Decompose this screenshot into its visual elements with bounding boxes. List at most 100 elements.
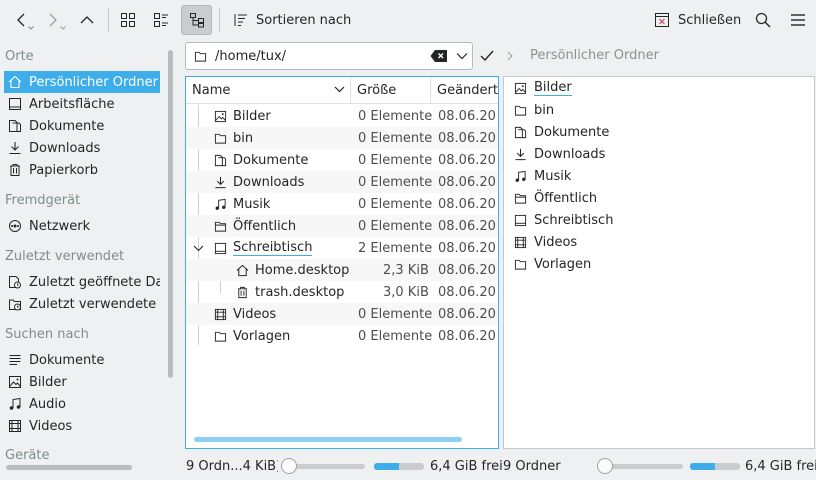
row-name: bin: [233, 130, 254, 146]
right-capacity-bar: [690, 463, 740, 470]
close-split-icon: [655, 13, 669, 27]
list-item-label: Schreibtisch: [534, 212, 614, 228]
right-free-space: 6,4 GiB frei: [745, 458, 816, 474]
arrow-right-icon: [49, 13, 57, 27]
sidebar-item-recent-locations[interactable]: Zuletzt verwendete Orte: [4, 293, 160, 315]
table-row[interactable]: Musik 0 Elemente 08.06.20 1: [186, 193, 498, 215]
up-button[interactable]: [74, 5, 100, 35]
row-name: Bilder: [233, 108, 271, 124]
documents-icon: [9, 120, 21, 132]
sidebar-item-label: Dokumente: [29, 118, 105, 134]
location-bar[interactable]: /home/tux/: [185, 42, 473, 70]
list-item[interactable]: Bilder: [514, 77, 572, 99]
table-row[interactable]: Home.desktop 2,3 KiB 08.06.20 1: [186, 259, 498, 281]
trash-icon: [237, 286, 248, 298]
network-icon: [9, 220, 21, 232]
column-header-size[interactable]: Größe: [351, 77, 431, 103]
compact-view-button[interactable]: [147, 5, 175, 35]
table-row[interactable]: trash.desktop 3,0 KiB 08.06.20 1: [186, 281, 498, 303]
home-icon: [236, 264, 249, 276]
left-zoom-slider-handle[interactable]: [281, 458, 297, 474]
forward-button[interactable]: [40, 5, 66, 35]
table-row[interactable]: bin 0 Elemente 08.06.20 1: [186, 127, 498, 149]
arrow-up-icon: [80, 16, 94, 24]
column-header-name[interactable]: Name: [186, 77, 351, 103]
breadcrumb-current[interactable]: Persönlicher Ordner: [530, 48, 659, 63]
sidebar-item-recent-files[interactable]: Zuletzt geöffnete Dateien: [4, 271, 160, 293]
sidebar-item-desktop[interactable]: Arbeitsfläche: [4, 93, 160, 115]
download-icon: [9, 142, 21, 155]
download-icon: [215, 176, 226, 188]
list-item-label: Öffentlich: [534, 190, 598, 206]
expand-chevron-icon[interactable]: [193, 245, 204, 252]
video-icon: [514, 236, 527, 248]
left-capacity-fill: [374, 463, 399, 470]
location-path-input[interactable]: /home/tux/: [215, 49, 286, 64]
right-zoom-slider-handle[interactable]: [597, 458, 613, 474]
horizontal-scrollbar[interactable]: [194, 437, 462, 442]
download-icon: [515, 148, 526, 160]
table-row[interactable]: Vorlagen 0 Elemente 08.06.20 1: [186, 325, 498, 347]
video-icon: [9, 420, 21, 432]
sidebar-scrollbar[interactable]: [168, 50, 173, 378]
table-row[interactable]: Schreibtisch 2 Elemente 08.06.20 1: [186, 237, 498, 259]
row-date: 08.06.20 1: [438, 108, 498, 124]
hamburger-menu-icon: [791, 14, 805, 26]
clear-text-icon[interactable]: [430, 49, 448, 63]
list-item[interactable]: bin: [514, 99, 554, 121]
close-split-button[interactable]: Schließen: [648, 5, 746, 35]
hamburger-menu-button[interactable]: [785, 5, 811, 35]
sidebar-item-downloads[interactable]: Downloads: [4, 137, 160, 159]
row-date: 08.06.20 1: [438, 262, 498, 278]
image-icon: [514, 82, 527, 94]
sort-label: Sortieren nach: [256, 12, 352, 28]
sidebar-item-label: Arbeitsfläche: [29, 96, 115, 112]
list-item-label: Videos: [534, 234, 578, 250]
sidebar-item-search-videos[interactable]: Videos: [4, 415, 160, 437]
list-item[interactable]: Schreibtisch: [514, 209, 613, 231]
row-size: 0 Elemente: [358, 174, 433, 190]
table-row[interactable]: Videos 0 Elemente 08.06.20 1: [186, 303, 498, 325]
desktop-icon: [214, 242, 227, 254]
details-view-icon: [189, 13, 204, 28]
sidebar-horizontal-scrollbar[interactable]: [6, 465, 132, 470]
column-header-modified[interactable]: Geändert: [431, 77, 498, 103]
sort-descending-icon: [334, 86, 345, 93]
sidebar-item-home[interactable]: Persönlicher Ordner: [4, 71, 160, 93]
sidebar-item-trash[interactable]: Papierkorb: [4, 159, 160, 181]
row-size: 3,0 KiB: [383, 284, 429, 300]
icons-view-icon: [121, 13, 135, 27]
list-item[interactable]: Downloads: [514, 143, 605, 165]
accept-path-icon[interactable]: [479, 48, 495, 64]
sidebar-item-search-documents[interactable]: Dokumente: [4, 349, 160, 371]
list-item[interactable]: Vorlagen: [514, 253, 591, 275]
breadcrumb-separator-icon: [507, 51, 513, 61]
sidebar-item-label: Audio: [29, 396, 66, 412]
main-toolbar: Sortieren nach Schließen: [0, 0, 816, 40]
left-status-text: 9 Ordn...4 KiB): [186, 458, 278, 474]
details-view-button[interactable]: [181, 5, 212, 35]
back-button[interactable]: [8, 5, 34, 35]
table-row[interactable]: Öffentlich 0 Elemente 08.06.20 1: [186, 215, 498, 237]
sidebar-item-search-audio[interactable]: Audio: [4, 393, 160, 415]
sort-button[interactable]: Sortieren nach: [226, 5, 376, 35]
table-row[interactable]: Dokumente 0 Elemente 08.06.20 1: [186, 149, 498, 171]
row-name: Musik: [233, 196, 271, 212]
list-item[interactable]: Videos: [514, 231, 577, 253]
list-item-label: Downloads: [534, 146, 606, 162]
table-row[interactable]: Bilder 0 Elemente 08.06.20 1: [186, 105, 498, 127]
right-zoom-slider[interactable]: [601, 464, 683, 469]
sidebar-item-search-images[interactable]: Bilder: [4, 371, 160, 393]
toolbar-separator: [108, 8, 109, 32]
list-item-label: Bilder: [534, 80, 572, 96]
list-item[interactable]: Musik: [514, 165, 571, 187]
sidebar-item-documents[interactable]: Dokumente: [4, 115, 160, 137]
sidebar-item-network[interactable]: Netzwerk: [4, 215, 160, 237]
table-row[interactable]: Downloads 0 Elemente 08.06.20 1: [186, 171, 498, 193]
search-button[interactable]: [750, 5, 776, 35]
list-item[interactable]: Dokumente: [514, 121, 609, 143]
icons-view-button[interactable]: [114, 5, 142, 35]
sidebar-item-label: Dokumente: [29, 352, 105, 368]
chevron-down-icon[interactable]: [456, 52, 468, 60]
list-item[interactable]: Öffentlich: [514, 187, 597, 209]
